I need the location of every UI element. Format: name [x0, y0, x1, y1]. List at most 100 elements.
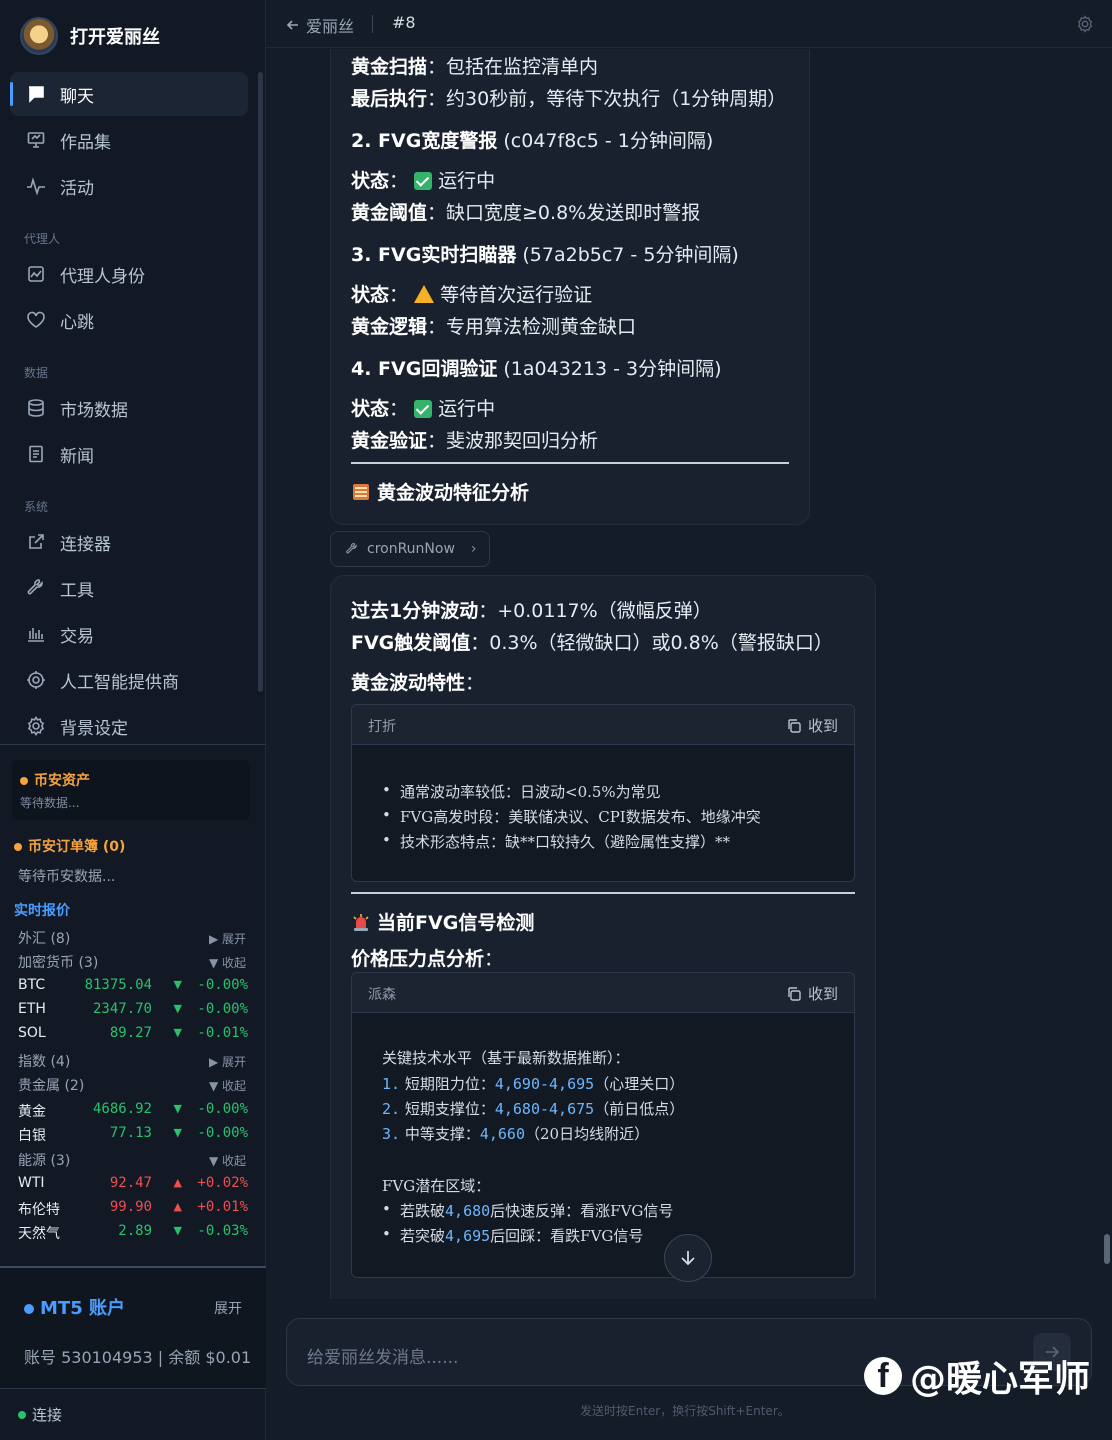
quote-group-metals[interactable]: 贵金属 (2) ▼ 收起 [18, 1074, 246, 1096]
quote-change: -0.03% [197, 1223, 248, 1239]
sidebar-item-label: 市场数据 [60, 400, 128, 421]
group-toggle[interactable]: ▼ 收起 [209, 954, 246, 971]
quote-price: 77.13 [109, 1125, 152, 1141]
connection-status[interactable]: 连接 [18, 1404, 62, 1425]
ai-provider-icon [27, 671, 45, 689]
sidebar-item-portfolio[interactable]: 作品集 [10, 118, 248, 162]
group-toggle[interactable]: ▶ 展开 [209, 1053, 246, 1070]
code-line: 关键技术水平（基于最新数据推断）： [382, 1049, 630, 1067]
sidebar-item-tools[interactable]: 工具 [10, 566, 248, 610]
quote-price: 92.47 [109, 1175, 152, 1191]
brand[interactable]: 打开爱丽丝 [20, 16, 160, 56]
group-toggle[interactable]: ▶ 展开 [209, 930, 246, 947]
sidebar-scrollbar[interactable] [258, 72, 263, 692]
section-label-system: 系统 [24, 500, 49, 514]
quote-change: -0.00% [197, 1001, 248, 1017]
code-block-header: 派森 收到 [352, 973, 854, 1013]
quote-row[interactable]: 黄金 4686.92 ▼ -0.00% [18, 1099, 248, 1121]
message-line: 状态： 运行中 [351, 398, 496, 420]
triangle-down-icon: ▼ [173, 1002, 182, 1015]
divider [0, 1388, 266, 1389]
group-toggle[interactable]: ▼ 收起 [209, 1077, 246, 1094]
code-line: 技术形态特点：缺**口较持久（避险属性支撑）** [382, 831, 730, 852]
message-line: 2. FVG宽度警报 (c047f8c5 - 1分钟间隔) [351, 130, 714, 152]
message-line: 4. FVG回调验证 (1a043213 - 3分钟间隔) [351, 358, 722, 380]
quote-change: -0.00% [197, 977, 248, 993]
triangle-down-icon: ▼ [173, 1126, 182, 1139]
chat-icon [29, 86, 44, 103]
sidebar-item-agent-identity[interactable]: 代理人身份 [10, 252, 248, 296]
group-label: 贵金属 (2) [18, 1078, 85, 1094]
chat-scrollbar[interactable] [1104, 1234, 1110, 1264]
wrench-icon [27, 579, 43, 595]
scroll-to-bottom-button[interactable] [664, 1234, 712, 1282]
binance-assets-status: 等待数据... [20, 796, 80, 810]
message-line: 黄金验证：斐波那契回归分析 [351, 430, 599, 452]
quote-symbol: 黄金 [18, 1104, 46, 1120]
quote-price: 99.90 [109, 1199, 152, 1215]
sidebar-item-news[interactable]: 新闻 [10, 432, 248, 476]
tool-call-chip[interactable]: cronRunNow › [330, 531, 490, 567]
quote-row[interactable]: 天然气 2.89 ▼ -0.03% [18, 1221, 248, 1243]
code-line: 2. 短期支撑位：4,680-4,675（前日低点） [382, 1100, 685, 1118]
mt5-title: MT5 账户 [24, 1294, 125, 1320]
sidebar-item-label: 作品集 [60, 132, 111, 153]
sidebar-item-connectors[interactable]: 连接器 [10, 520, 248, 564]
sidebar-item-chat[interactable]: 聊天 [10, 72, 248, 116]
copy-icon [788, 986, 801, 1001]
monitor-icon [27, 132, 45, 148]
code-block-header: 打折 收到 [352, 705, 854, 745]
sidebar-item-activity[interactable]: 活动 [10, 164, 248, 208]
sidebar-item-ai-providers[interactable]: 人工智能提供商 [10, 658, 248, 702]
gear-icon [27, 716, 45, 736]
mt5-expand-button[interactable]: 展开 [214, 1298, 242, 1318]
quote-change: +0.01% [197, 1199, 248, 1215]
warning-icon [414, 285, 435, 303]
sidebar-item-background-settings[interactable]: 背景设定 [10, 704, 248, 748]
divider [351, 892, 855, 894]
quote-row[interactable]: 布伦特 99.90 ▲ +0.01% [18, 1197, 248, 1219]
heart-icon [27, 311, 45, 328]
sidebar-item-label: 新闻 [60, 446, 94, 467]
sidebar-item-label: 心跳 [60, 312, 94, 333]
quote-group-crypto[interactable]: 加密货币 (3) ▼ 收起 [18, 951, 246, 973]
code-language: 派森 [368, 987, 396, 1003]
status-dot [20, 776, 28, 785]
collapse-button[interactable]: 收到 [786, 983, 838, 1004]
triangle-down-icon: ▼ [173, 978, 182, 991]
quote-row[interactable]: 白银 77.13 ▼ -0.00% [18, 1123, 248, 1145]
binance-orders-header: 币安订单簿 (0) [14, 836, 125, 856]
group-label: 能源 (3) [18, 1153, 71, 1169]
quote-row[interactable]: SOL 89.27 ▼ -0.01% [18, 1023, 248, 1045]
sidebar-item-market-data[interactable]: 市场数据 [10, 386, 248, 430]
group-toggle[interactable]: ▼ 收起 [209, 1152, 246, 1169]
collapse-button[interactable]: 收到 [786, 715, 838, 736]
arrow-left-icon [286, 20, 298, 30]
triangle-up-icon: ▲ [173, 1176, 182, 1189]
binance-orders-status: 等待币安数据... [18, 869, 116, 885]
sidebar-item-label: 代理人身份 [60, 266, 145, 287]
arrow-down-icon [681, 1251, 695, 1266]
external-link-icon [29, 534, 44, 549]
sidebar-item-label: 背景设定 [60, 718, 128, 739]
code-line: FVG潜在区域： [382, 1177, 491, 1195]
database-icon [28, 399, 44, 417]
quote-row[interactable]: ETH 2347.70 ▼ -0.00% [18, 999, 248, 1021]
settings-gear-icon[interactable] [1076, 15, 1094, 33]
quote-row[interactable]: WTI 92.47 ▲ +0.02% [18, 1173, 248, 1195]
back-button[interactable]: 爱丽丝 [286, 13, 354, 37]
quote-symbol: 白银 [18, 1128, 46, 1144]
quote-group-energy[interactable]: 能源 (3) ▼ 收起 [18, 1149, 246, 1171]
quote-group-index[interactable]: 指数 (4) ▶ 展开 [18, 1050, 246, 1072]
message-line: 最后执行：约30秒前，等待下次执行（1分钟周期） [351, 88, 787, 110]
sidebar-item-label: 人工智能提供商 [60, 672, 179, 693]
chat-messages[interactable]: 黄金扫描：包括在监控清单内 最后执行：约30秒前，等待下次执行（1分钟周期） 2… [266, 49, 1112, 1299]
sidebar-item-trading[interactable]: 交易 [10, 612, 248, 656]
chat-id: #8 [392, 13, 416, 32]
status-dot [24, 1304, 34, 1314]
quote-group-forex[interactable]: 外汇 (8) ▶ 展开 [18, 927, 246, 949]
quote-symbol: ETH [18, 1001, 46, 1017]
sidebar-item-heartbeat[interactable]: 心跳 [10, 298, 248, 342]
quote-row[interactable]: BTC 81375.04 ▼ -0.00% [18, 975, 248, 997]
status-dot [18, 1410, 26, 1419]
